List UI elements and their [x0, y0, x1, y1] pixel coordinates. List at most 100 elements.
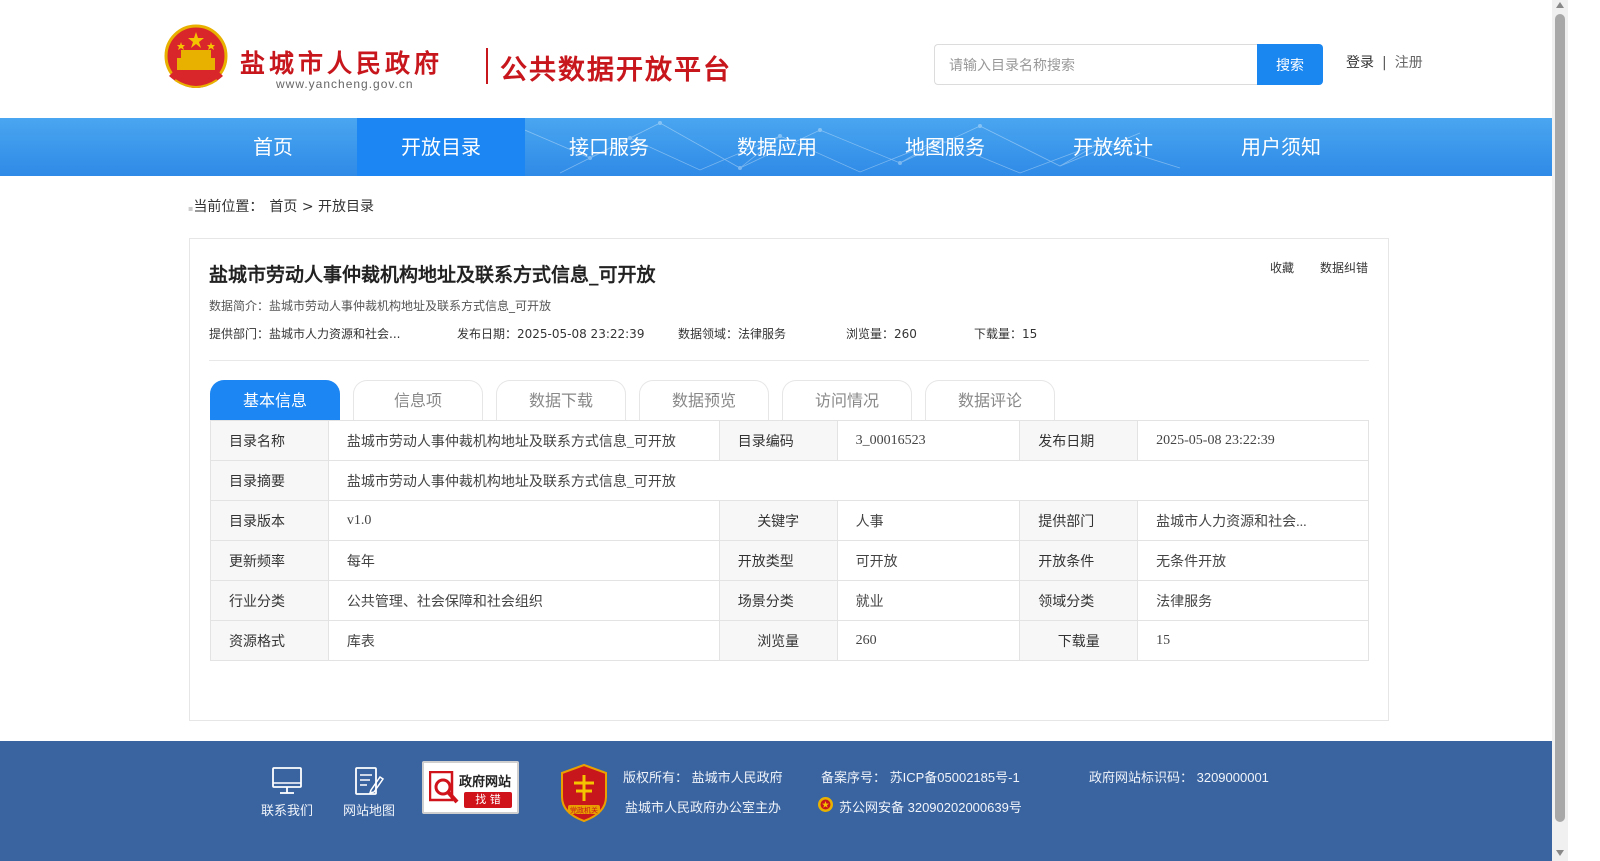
register-link[interactable]: 注册: [1395, 55, 1423, 71]
login-link[interactable]: 登录: [1346, 55, 1374, 71]
dataset-provider: 提供部门：盐城市人力资源和社会...: [209, 327, 401, 341]
value-open-condition: 无条件开放: [1137, 540, 1369, 581]
tab-access-stats[interactable]: 访问情况: [782, 380, 912, 420]
card-divider: [209, 360, 1369, 361]
value-domain-category: 法律服务: [1137, 580, 1369, 621]
nav-item-data-apps[interactable]: 数据应用: [693, 118, 861, 176]
value-provider: 盐城市人力资源和社会...: [1137, 500, 1369, 541]
nav-item-home[interactable]: 首页: [189, 118, 357, 176]
auth-links: 登录 | 注册: [1346, 52, 1423, 72]
party-gov-seal-icon[interactable]: 党政机关: [558, 763, 610, 823]
breadcrumb-home-link[interactable]: 首页: [269, 199, 297, 215]
nav-item-open-stats[interactable]: 开放统计: [1029, 118, 1197, 176]
label-publish-date: 发布日期: [1019, 420, 1139, 461]
badge-title: 政府网站: [459, 775, 512, 790]
scroll-down-arrow-icon[interactable]: [1556, 850, 1564, 856]
search-button[interactable]: 搜索: [1257, 44, 1323, 85]
gov-site-error-report-badge[interactable]: 政府网站 找 错: [422, 761, 519, 814]
police-record-link[interactable]: 苏公网安备 32090202000639号: [839, 797, 1022, 816]
nav-item-map-service[interactable]: 地图服务: [861, 118, 1029, 176]
value-catalog-name: 盐城市劳动人事仲裁机构地址及联系方式信息_可开放: [327, 420, 720, 461]
nav-item-open-catalog[interactable]: 开放目录: [357, 118, 525, 176]
dataset-description: 数据简介：盐城市劳动人事仲裁机构地址及联系方式信息_可开放: [209, 299, 552, 313]
value-update-frequency: 每年: [327, 540, 720, 581]
breadcrumb-prefix: 当前位置：: [193, 199, 264, 215]
breadcrumb-current: > 开放目录: [301, 199, 375, 215]
monitor-icon[interactable]: [271, 765, 303, 797]
dataset-actions: 收藏 数据纠错: [1244, 259, 1368, 276]
dataset-domain: 数据领域：法律服务: [678, 327, 787, 341]
table-row: 目录名称 盐城市劳动人事仲裁机构地址及联系方式信息_可开放 目录编码 3_000…: [210, 420, 1369, 461]
label-open-condition: 开放条件: [1019, 540, 1139, 581]
favorite-button[interactable]: 收藏: [1270, 261, 1294, 275]
page-scrollbar[interactable]: [1552, 0, 1568, 861]
label-catalog-name: 目录名称: [210, 420, 329, 461]
value-catalog-version: v1.0: [327, 500, 720, 541]
label-views: 浏览量: [718, 620, 838, 661]
table-row: 目录摘要 盐城市劳动人事仲裁机构地址及联系方式信息_可开放: [210, 460, 1370, 501]
site-id-text: 政府网站标识码： 3209000001: [1089, 770, 1269, 785]
auth-separator: |: [1382, 55, 1387, 71]
tab-basic-info[interactable]: 基本信息: [210, 380, 340, 420]
table-row: 资源格式 库表 浏览量 260 下载量 15: [210, 620, 1369, 661]
value-downloads: 15: [1137, 620, 1369, 661]
table-row: 行业分类 公共管理、社会保障和社会组织 场景分类 就业 领域分类 法律服务: [210, 580, 1369, 621]
nav-item-user-notice[interactable]: 用户须知: [1197, 118, 1365, 176]
contact-us-link[interactable]: 联系我们: [261, 800, 313, 819]
logo-divider: [486, 48, 488, 84]
copyright-text: 版权所有： 盐城市人民政府: [623, 770, 783, 785]
value-publish-date: 2025-05-08 23:22:39: [1137, 420, 1369, 461]
label-resource-format: 资源格式: [210, 620, 329, 661]
table-row: 更新频率 每年 开放类型 可开放 开放条件 无条件开放: [210, 540, 1369, 581]
label-downloads: 下载量: [1019, 620, 1139, 661]
value-keywords: 人事: [836, 500, 1021, 541]
label-scene-category: 场景分类: [718, 580, 838, 621]
icp-record-link[interactable]: 备案序号： 苏ICP备05002185号-1: [821, 767, 1020, 786]
scroll-up-arrow-icon[interactable]: [1556, 2, 1564, 8]
seal-label: 党政机关: [570, 806, 598, 815]
magnifier-icon: [429, 771, 459, 804]
value-open-type: 可开放: [836, 540, 1021, 581]
table-row: 目录版本 v1.0 关键字 人事 提供部门 盐城市人力资源和社会...: [210, 500, 1369, 541]
tab-info-items[interactable]: 信息项: [353, 380, 483, 420]
tab-data-comments[interactable]: 数据评论: [925, 380, 1055, 420]
tab-data-download[interactable]: 数据下载: [496, 380, 626, 420]
sitemap-icon[interactable]: [353, 765, 385, 797]
basic-info-table: 目录名称 盐城市劳动人事仲裁机构地址及联系方式信息_可开放 目录编码 3_000…: [210, 420, 1370, 661]
tab-data-preview[interactable]: 数据预览: [639, 380, 769, 420]
value-catalog-summary: 盐城市劳动人事仲裁机构地址及联系方式信息_可开放: [327, 460, 1370, 501]
dataset-views: 浏览量：260: [846, 327, 917, 341]
dataset-downloads: 下载量：15: [974, 327, 1038, 341]
dataset-card: 盐城市劳动人事仲裁机构地址及联系方式信息_可开放 收藏 数据纠错 数据简介：盐城市…: [189, 238, 1389, 721]
host-text: 盐城市人民政府办公室主办: [625, 800, 782, 815]
government-logo-text: 盐城市人民政府: [240, 49, 444, 78]
main-nav: 首页 开放目录 接口服务 数据应用 地图服务 开放统计 用户须知: [0, 118, 1552, 176]
label-catalog-code: 目录编码: [718, 420, 838, 461]
label-keywords: 关键字: [718, 500, 838, 541]
label-catalog-version: 目录版本: [210, 500, 329, 541]
value-resource-format: 库表: [327, 620, 720, 661]
label-update-frequency: 更新频率: [210, 540, 329, 581]
search-input[interactable]: [934, 44, 1257, 85]
scrollbar-thumb[interactable]: [1555, 14, 1565, 822]
badge-subtitle: 找 错: [464, 792, 512, 808]
label-open-type: 开放类型: [718, 540, 838, 581]
label-provider: 提供部门: [1019, 500, 1139, 541]
label-catalog-summary: 目录摘要: [210, 460, 329, 501]
platform-name: 公共数据开放平台: [500, 55, 732, 86]
national-emblem-icon: [164, 24, 228, 88]
dataset-title: 盐城市劳动人事仲裁机构地址及联系方式信息_可开放: [209, 264, 656, 286]
sitemap-link[interactable]: 网站地图: [343, 800, 395, 819]
dataset-publish-date: 发布日期：2025-05-08 23:22:39: [457, 327, 645, 341]
label-domain-category: 领域分类: [1019, 580, 1139, 621]
value-views: 260: [836, 620, 1021, 661]
value-industry-category: 公共管理、社会保障和社会组织: [327, 580, 720, 621]
police-badge-icon: [818, 797, 833, 812]
site-header: 盐城市人民政府 www.yancheng.gov.cn 公共数据开放平台 搜索 …: [0, 0, 1552, 118]
government-site-url: www.yancheng.gov.cn: [276, 77, 414, 91]
value-scene-category: 就业: [836, 580, 1021, 621]
data-correction-button[interactable]: 数据纠错: [1320, 261, 1368, 275]
label-industry-category: 行业分类: [210, 580, 329, 621]
breadcrumb: ▪当前位置： 首页 > 开放目录: [188, 196, 374, 216]
nav-item-api-service[interactable]: 接口服务: [525, 118, 693, 176]
